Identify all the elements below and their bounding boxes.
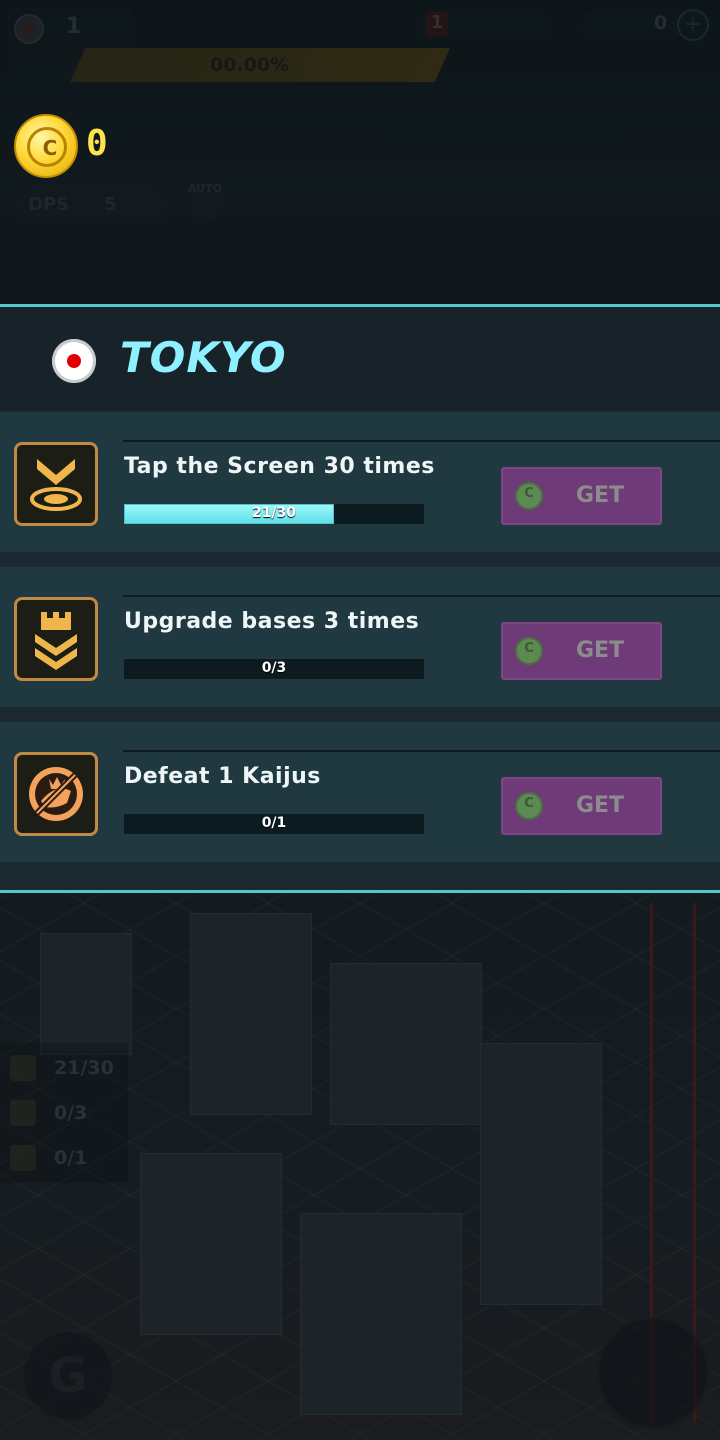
coin-icon: C <box>515 482 543 510</box>
get-reward-button[interactable]: C GET <box>501 777 662 835</box>
level-number: 1 <box>66 14 82 39</box>
get-label: GET <box>575 638 625 663</box>
guild-button[interactable]: G <box>22 1330 114 1422</box>
building <box>190 913 312 1115</box>
dps-label: DPS <box>28 194 70 215</box>
tap-target-icon <box>10 1055 36 1081</box>
mission-progress-bar: 0/1 <box>124 814 424 834</box>
add-gem-button[interactable]: + <box>677 9 709 41</box>
coin-icon: C <box>14 114 78 178</box>
action-button[interactable] <box>596 1316 710 1430</box>
coin-icon: C <box>515 637 543 665</box>
get-reward-button[interactable]: C GET <box>501 467 662 525</box>
get-reward-button[interactable]: C GET <box>501 622 662 680</box>
mission-progress-text: 0/1 <box>261 815 287 831</box>
country-flag-icon <box>14 14 44 44</box>
stage-progress-text: 00.00% <box>210 54 290 76</box>
auto-label: AUTO <box>188 182 222 195</box>
building <box>330 963 482 1125</box>
building <box>480 1043 602 1305</box>
kaiju-icon <box>14 752 98 836</box>
tracker-text: 21/30 <box>54 1057 114 1079</box>
mission-progress-bar: 21/30 <box>124 504 424 524</box>
tracker-text: 0/3 <box>54 1102 88 1124</box>
coin-count: 0 <box>86 123 108 164</box>
mission-progress-text: 21/30 <box>251 505 297 521</box>
mission-row: Defeat 1 Kaijus 0/1 C GET <box>0 722 720 862</box>
tracker-item: 21/30 <box>10 1053 130 1085</box>
base-upgrade-icon <box>10 1100 36 1126</box>
building <box>140 1153 282 1335</box>
tracker-item: 0/1 <box>10 1143 130 1175</box>
dps-value: 5 <box>104 194 117 215</box>
city-title: TOKYO <box>120 333 287 382</box>
mission-progress-bar: 0/3 <box>124 659 424 679</box>
gem-count: 0 <box>654 12 668 34</box>
mission-row: Tap the Screen 30 times 21/30 C GET <box>0 412 720 552</box>
mission-tracker[interactable]: 21/30 0/3 0/1 <box>0 1043 128 1183</box>
kaiju-icon <box>10 1145 36 1171</box>
base-upgrade-icon <box>14 597 98 681</box>
get-label: GET <box>575 483 625 508</box>
get-label: GET <box>575 793 625 818</box>
mission-title: Upgrade bases 3 times <box>124 609 420 634</box>
mission-panel: TOKYO Tap the Screen 30 times 21/30 C GE… <box>0 304 720 893</box>
coin-icon: C <box>515 792 543 820</box>
building <box>300 1213 462 1415</box>
mission-title: Tap the Screen 30 times <box>124 454 435 479</box>
mission-progress-text: 0/3 <box>261 660 287 676</box>
tap-target-icon <box>14 442 98 526</box>
mission-row: Upgrade bases 3 times 0/3 C GET <box>0 567 720 707</box>
japan-flag-icon <box>52 339 96 383</box>
building <box>40 933 132 1055</box>
guild-letter: G <box>48 1348 88 1404</box>
tracker-text: 0/1 <box>54 1147 88 1169</box>
tracker-item: 0/3 <box>10 1098 130 1130</box>
mission-title: Defeat 1 Kaijus <box>124 764 321 789</box>
stage-counter: 1 <box>426 12 448 36</box>
panel-header: TOKYO <box>0 307 720 411</box>
